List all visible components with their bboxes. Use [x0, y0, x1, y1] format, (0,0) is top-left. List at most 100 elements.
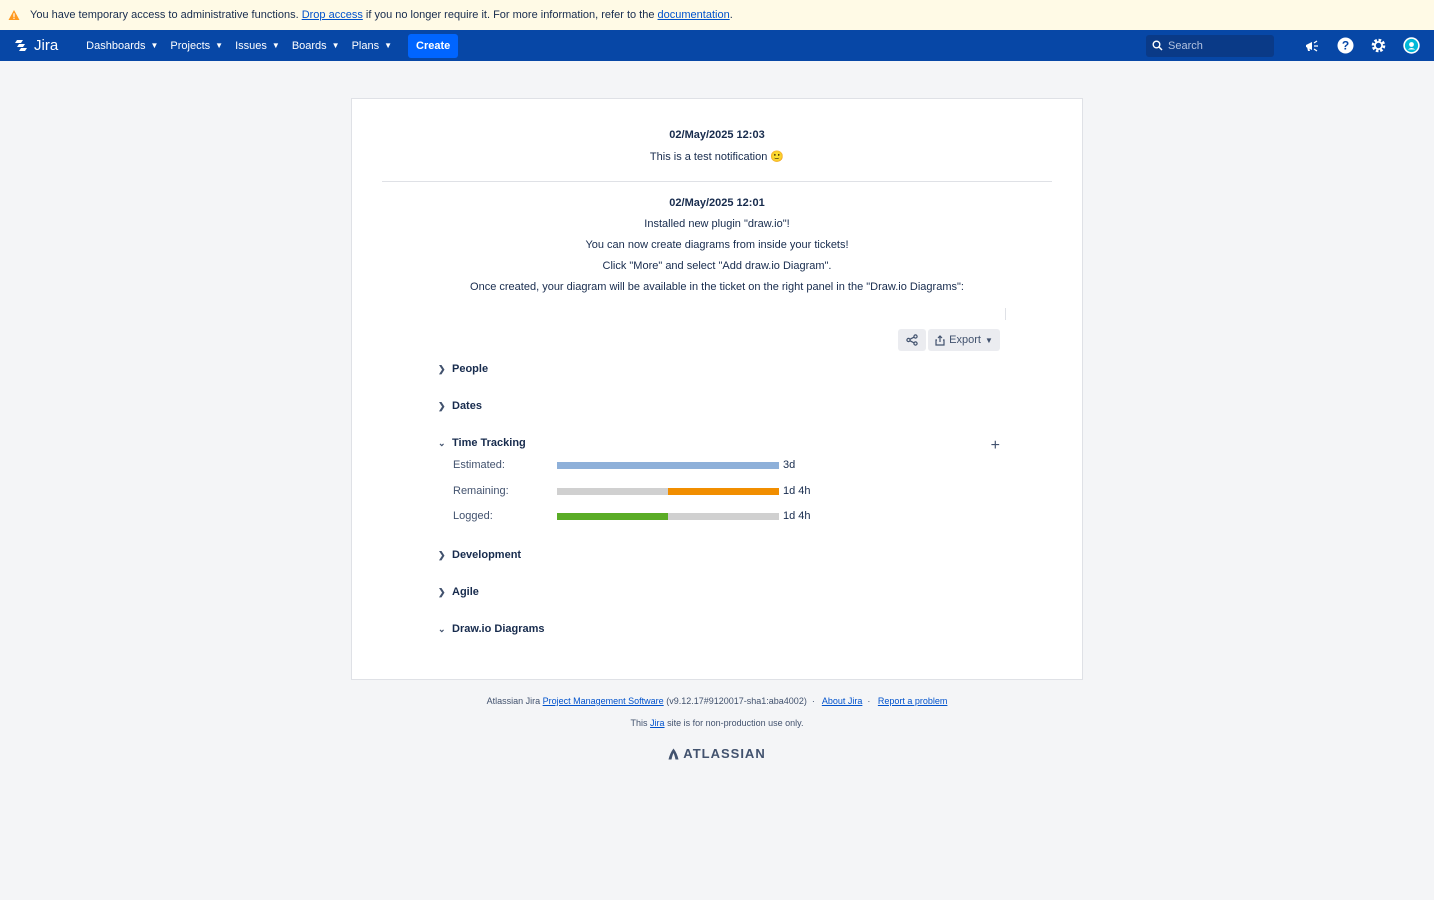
export-button[interactable]: Export ▼ [928, 329, 1000, 351]
jira-logo[interactable]: Jira [14, 37, 58, 54]
time-tracking-logged: Logged: 1d 4h [453, 510, 811, 522]
announcement-icon[interactable] [1303, 37, 1321, 55]
footer-version: (v9.12.17#9120017-sha1:aba4002) [666, 696, 807, 706]
estimated-bar [557, 461, 779, 469]
footer-line-2: This Jira site is for non-production use… [0, 718, 1434, 728]
project-management-link[interactable]: Project Management Software [543, 696, 664, 706]
top-navigation: Jira Dashboards ▼ Projects ▼ Issues ▼ Board… [0, 30, 1434, 61]
section-development[interactable]: ❯ Development [438, 549, 521, 561]
share-button[interactable] [898, 329, 926, 351]
divider [1005, 308, 1006, 320]
report-problem-link[interactable]: Report a problem [878, 696, 948, 706]
banner-text-mid: if you no longer require it. For more in… [365, 9, 655, 21]
nav-issues[interactable]: Issues ▼ [235, 40, 280, 52]
divider [382, 181, 1052, 182]
about-jira-link[interactable]: About Jira [822, 696, 863, 706]
estimated-bar-fill [557, 461, 779, 469]
estimated-value: 3d [783, 459, 796, 471]
notification-item: 02/May/2025 12:03 This is a test notific… [352, 129, 1082, 163]
notification-line: You can now create diagrams from inside … [585, 239, 849, 251]
section-people-label: People [452, 363, 489, 375]
section-drawio-diagrams[interactable]: ⌄ Draw.io Diagrams [438, 623, 545, 635]
nav-boards[interactable]: Boards ▼ [292, 40, 340, 52]
nav-dashboards[interactable]: Dashboards ▼ [86, 40, 158, 52]
section-agile-label: Agile [452, 586, 479, 598]
banner-text: You have temporary access to administrat… [30, 9, 299, 21]
time-tracking-remaining: Remaining: 1d 4h [453, 485, 811, 497]
jira-link[interactable]: Jira [650, 718, 665, 728]
nav-plans-label: Plans [351, 39, 380, 52]
nav-plans[interactable]: Plans ▼ [352, 40, 392, 52]
chevron-down-icon: ▼ [384, 41, 393, 50]
notification-date: 02/May/2025 12:01 [669, 197, 765, 209]
notification-line: Once created, your diagram will be avail… [470, 281, 964, 293]
export-label: Export [949, 334, 981, 346]
notifications-card: 02/May/2025 12:03 This is a test notific… [351, 98, 1083, 680]
nav-dashboards-label: Dashboards [86, 39, 146, 52]
atlassian-logo[interactable]: ATLASSIAN [0, 746, 1434, 761]
notification-date: 02/May/2025 12:03 [669, 129, 765, 141]
drop-access-link[interactable]: Drop access [302, 9, 363, 21]
search-icon [1152, 40, 1163, 51]
footer-text: site is for non-production use only. [667, 718, 804, 728]
search-box[interactable] [1146, 34, 1274, 57]
chevron-down-icon: ▼ [331, 41, 340, 50]
search-input[interactable] [1168, 39, 1268, 52]
user-avatar[interactable] [1402, 37, 1420, 55]
notification-item: 02/May/2025 12:01 Installed new plugin "… [352, 197, 1082, 293]
time-tracking-estimated: Estimated: 3d [453, 459, 795, 471]
remaining-label: Remaining: [453, 485, 509, 497]
create-button[interactable]: Create [408, 33, 459, 58]
settings-gear-icon[interactable] [1369, 37, 1387, 55]
atlassian-logo-text: ATLASSIAN [683, 746, 766, 761]
section-development-label: Development [452, 549, 522, 561]
chevron-down-icon: ⌄ [438, 437, 446, 448]
chevron-down-icon: ⌄ [438, 623, 446, 634]
estimated-label: Estimated: [453, 459, 505, 471]
chevron-down-icon: ▼ [271, 41, 280, 50]
jira-logo-text: Jira [34, 37, 59, 54]
svg-text:?: ? [1341, 39, 1348, 53]
warning-icon [8, 9, 20, 21]
footer-text: This [630, 718, 648, 728]
section-time-tracking-label: Time Tracking [452, 437, 526, 449]
chevron-right-icon: ❯ [438, 363, 446, 374]
chevron-down-icon: ▼ [984, 335, 993, 345]
logged-label: Logged: [453, 510, 493, 522]
section-agile[interactable]: ❯ Agile [438, 586, 479, 598]
footer-text: Atlassian Jira [486, 696, 541, 706]
logged-value: 1d 4h [783, 510, 811, 522]
admin-access-banner: You have temporary access to administrat… [0, 0, 1434, 30]
chevron-right-icon: ❯ [438, 549, 446, 560]
chevron-right-icon: ❯ [438, 586, 446, 597]
share-icon [906, 334, 918, 346]
chevron-down-icon: ▼ [150, 41, 159, 50]
logged-bar-fill [557, 512, 668, 520]
section-time-tracking[interactable]: ⌄ Time Tracking [438, 437, 526, 449]
chevron-down-icon: ▼ [215, 41, 224, 50]
documentation-link[interactable]: documentation [658, 9, 730, 21]
section-people[interactable]: ❯ People [438, 363, 488, 375]
chevron-right-icon: ❯ [438, 400, 446, 411]
remaining-bar [557, 487, 779, 495]
atlassian-logo-icon [668, 748, 679, 759]
export-icon [935, 334, 945, 346]
help-icon[interactable]: ? [1336, 37, 1354, 55]
notification-line: This is a test notification 🙂 [649, 151, 785, 163]
nav-projects-label: Projects [170, 39, 211, 52]
nav-boards-label: Boards [291, 39, 327, 52]
banner-text-end: . [729, 9, 733, 21]
notification-line: Installed new plugin "draw.io"! [644, 218, 790, 230]
jira-logo-icon [15, 39, 27, 51]
nav-issues-label: Issues [235, 39, 267, 52]
nav-projects[interactable]: Projects ▼ [170, 40, 223, 52]
logged-bar [557, 512, 779, 520]
notification-line: Click "More" and select "Add draw.io Dia… [602, 260, 832, 272]
remaining-value: 1d 4h [783, 485, 811, 497]
section-dates[interactable]: ❯ Dates [438, 400, 482, 412]
section-dates-label: Dates [452, 400, 482, 412]
issue-toolbar: Export ▼ [898, 329, 1000, 351]
footer-line-1: Atlassian Jira Project Management Softwa… [486, 696, 948, 706]
section-drawio-label: Draw.io Diagrams [452, 623, 545, 635]
add-time-icon[interactable]: + [991, 437, 1000, 455]
